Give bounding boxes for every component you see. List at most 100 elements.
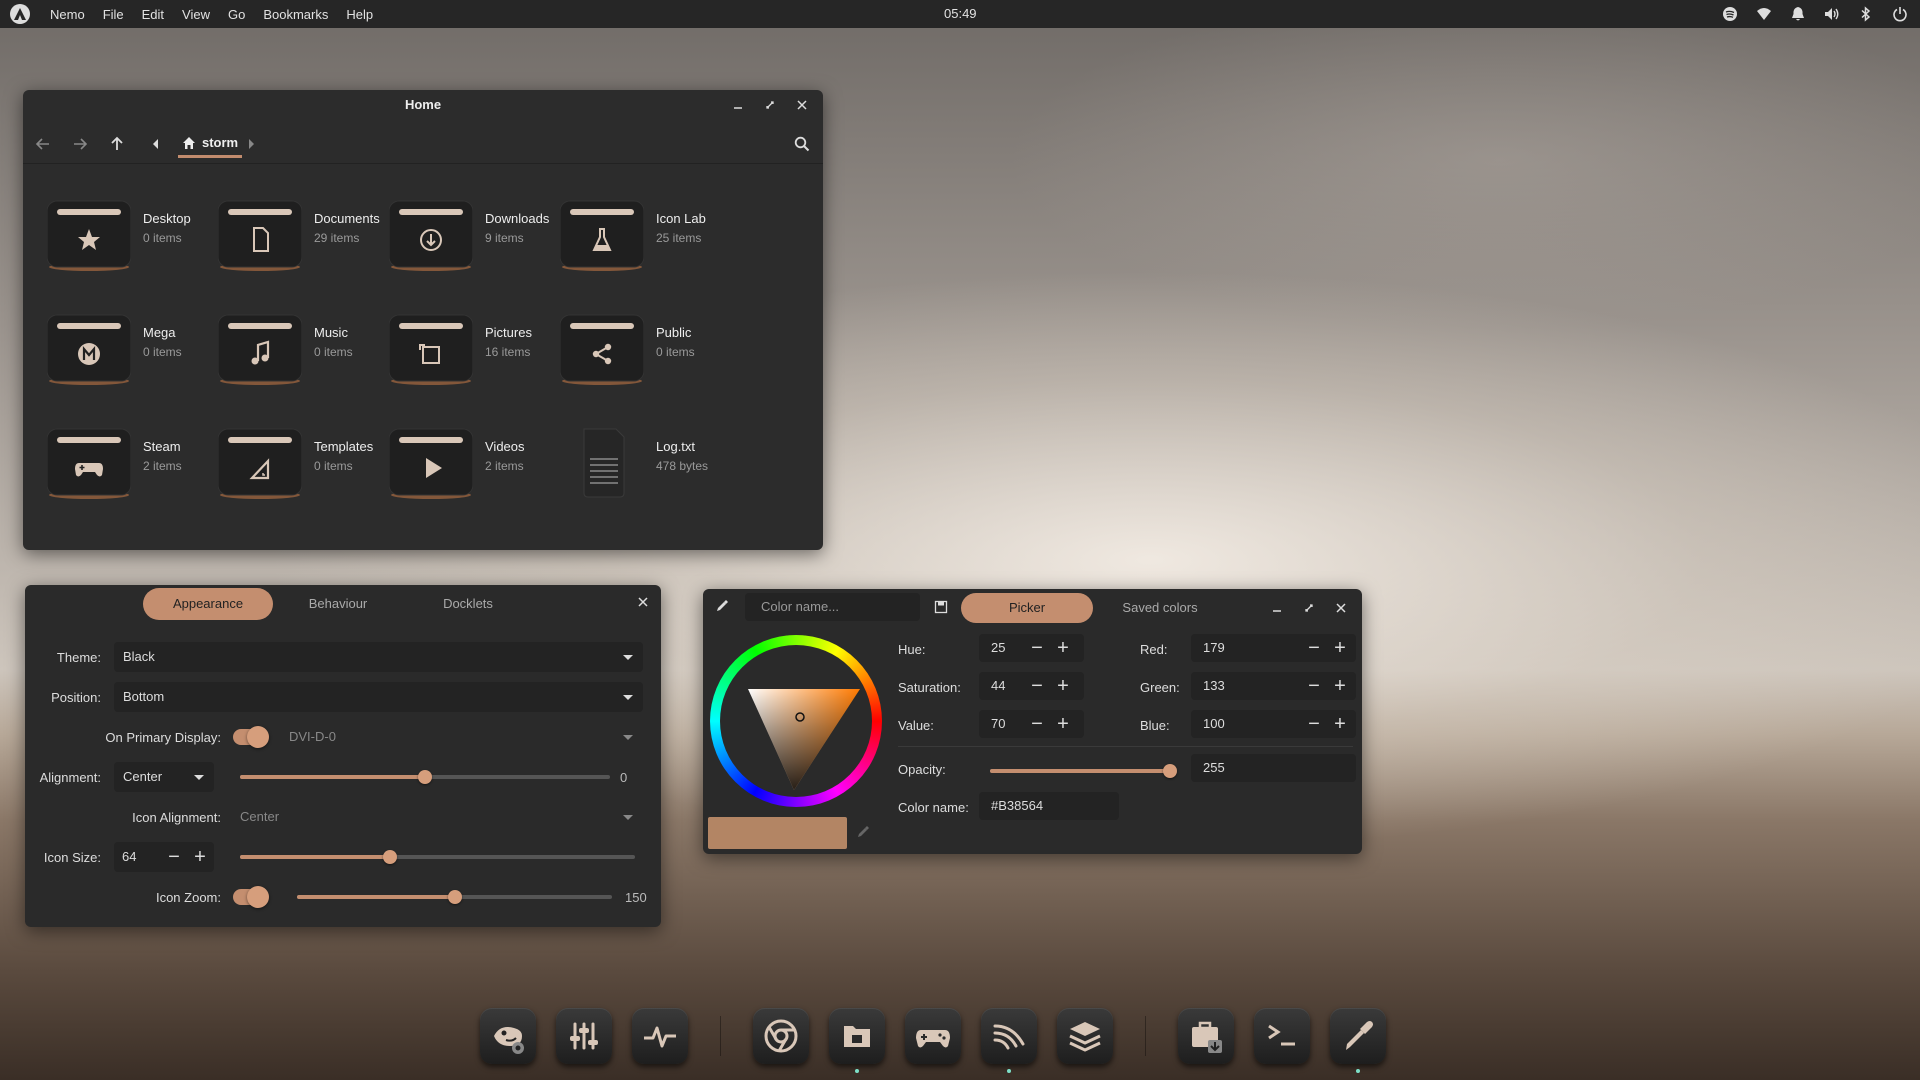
dock-item-terminal[interactable] bbox=[1251, 1005, 1313, 1067]
hue-plus-button[interactable]: + bbox=[1053, 638, 1073, 658]
file-item-steam[interactable]: Steam 2 items bbox=[47, 423, 218, 537]
volume-icon[interactable] bbox=[1822, 4, 1842, 24]
power-icon[interactable] bbox=[1890, 4, 1910, 24]
dock-item-archive[interactable] bbox=[1175, 1005, 1237, 1067]
color-hex-value: #B38564 bbox=[991, 798, 1044, 813]
dock-item-stack[interactable] bbox=[1054, 1005, 1116, 1067]
value-minus-button[interactable]: − bbox=[1027, 714, 1047, 734]
minimize-button[interactable] bbox=[729, 96, 747, 114]
menu-view[interactable]: View bbox=[173, 7, 219, 22]
saturation-minus-button[interactable]: − bbox=[1027, 676, 1047, 696]
menu-edit[interactable]: Edit bbox=[133, 7, 173, 22]
spotify-icon[interactable] bbox=[1720, 4, 1740, 24]
maximize-button[interactable] bbox=[1300, 599, 1318, 617]
mega-folder-icon bbox=[47, 314, 131, 385]
menu-bookmarks[interactable]: Bookmarks bbox=[254, 7, 337, 22]
file-item-music[interactable]: Music 0 items bbox=[218, 309, 389, 423]
menu-app-name[interactable]: Nemo bbox=[41, 7, 94, 22]
file-item-videos[interactable]: Videos 2 items bbox=[389, 423, 560, 537]
tab-appearance[interactable]: Appearance bbox=[143, 588, 273, 620]
forward-button[interactable] bbox=[70, 134, 90, 154]
icon-zoom-label: Icon Zoom: bbox=[155, 890, 221, 905]
tab-docklets[interactable]: Docklets bbox=[403, 588, 533, 620]
primary-display-label: On Primary Display: bbox=[105, 730, 221, 745]
file-item-mega[interactable]: Mega 0 items bbox=[47, 309, 218, 423]
green-minus-button[interactable]: − bbox=[1304, 676, 1324, 696]
breadcrumb-right-arrow[interactable] bbox=[241, 134, 261, 154]
icon-zoom-slider[interactable] bbox=[297, 890, 612, 904]
tab-saved-colors[interactable]: Saved colors bbox=[1094, 593, 1226, 623]
close-button[interactable] bbox=[1332, 599, 1350, 617]
dock-item-activity-monitor[interactable] bbox=[629, 1005, 691, 1067]
file-item-public[interactable]: Public 0 items bbox=[560, 309, 731, 423]
color-wheel[interactable] bbox=[710, 635, 882, 807]
eyedropper-icon[interactable] bbox=[856, 825, 870, 839]
color-name-input[interactable]: Color name... bbox=[745, 593, 920, 621]
search-icon[interactable] bbox=[792, 134, 812, 154]
icon-alignment-dropdown[interactable]: Center bbox=[231, 802, 643, 832]
dock-item-chrome[interactable] bbox=[750, 1005, 812, 1067]
red-minus-button[interactable]: − bbox=[1304, 638, 1324, 658]
icon-size-plus-button[interactable]: + bbox=[190, 847, 210, 867]
opacity-input[interactable]: 255 bbox=[1191, 754, 1356, 782]
close-button[interactable] bbox=[637, 596, 649, 608]
back-button[interactable] bbox=[33, 134, 53, 154]
dock-item-color-picker[interactable] bbox=[1327, 1005, 1389, 1073]
icon-size-minus-button[interactable]: − bbox=[164, 847, 184, 867]
green-plus-button[interactable]: + bbox=[1330, 676, 1350, 696]
dock-item-mixer[interactable] bbox=[553, 1005, 615, 1067]
blue-plus-button[interactable]: + bbox=[1330, 714, 1350, 734]
display-dropdown[interactable]: DVI-D-0 bbox=[280, 722, 643, 752]
icon-zoom-toggle[interactable] bbox=[233, 886, 269, 908]
file-item-templates[interactable]: Templates 0 items bbox=[218, 423, 389, 537]
play-folder-icon bbox=[389, 428, 473, 499]
breadcrumb-left-arrow[interactable] bbox=[146, 134, 166, 154]
icon-alignment-label: Icon Alignment: bbox=[132, 810, 221, 825]
blue-minus-button[interactable]: − bbox=[1304, 714, 1324, 734]
theme-dropdown[interactable]: Black bbox=[114, 642, 643, 672]
file-item-documents[interactable]: Documents 29 items bbox=[218, 195, 389, 309]
gamepad-icon bbox=[916, 1030, 950, 1048]
primary-display-toggle[interactable] bbox=[233, 726, 269, 748]
up-button[interactable] bbox=[107, 134, 127, 154]
menu-help[interactable]: Help bbox=[337, 7, 382, 22]
maximize-button[interactable] bbox=[761, 96, 779, 114]
dock-item-steam[interactable] bbox=[902, 1005, 964, 1067]
file-item-pictures[interactable]: Pictures 16 items bbox=[389, 309, 560, 423]
menu-go[interactable]: Go bbox=[219, 7, 254, 22]
stack-icon bbox=[1069, 1022, 1101, 1052]
opacity-slider[interactable] bbox=[990, 764, 1177, 778]
file-item-desktop[interactable]: Desktop 0 items bbox=[47, 195, 218, 309]
dock-item-files[interactable] bbox=[826, 1005, 888, 1073]
eyedropper-icon[interactable] bbox=[715, 599, 729, 613]
close-button[interactable] bbox=[793, 96, 811, 114]
file-name: Documents bbox=[314, 211, 380, 226]
file-meta: 2 items bbox=[143, 459, 182, 473]
bluetooth-icon[interactable] bbox=[1856, 4, 1876, 24]
dock-item-gimp[interactable] bbox=[477, 1005, 539, 1067]
saturation-plus-button[interactable]: + bbox=[1053, 676, 1073, 696]
file-item-log-txt[interactable]: Log.txt 478 bytes bbox=[560, 423, 731, 537]
tab-behaviour[interactable]: Behaviour bbox=[273, 588, 403, 620]
icon-size-slider[interactable] bbox=[240, 850, 635, 864]
save-icon[interactable] bbox=[934, 600, 948, 614]
dock-item-wifi-scan[interactable] bbox=[978, 1005, 1040, 1073]
file-item-icon-lab[interactable]: Icon Lab 25 items bbox=[560, 195, 731, 309]
app-menu-icon[interactable] bbox=[9, 3, 31, 25]
alignment-dropdown[interactable]: Center bbox=[114, 762, 214, 792]
tab-picker[interactable]: Picker bbox=[961, 593, 1093, 623]
minimize-button[interactable] bbox=[1268, 599, 1286, 617]
bell-icon[interactable] bbox=[1788, 4, 1808, 24]
menu-file[interactable]: File bbox=[94, 7, 133, 22]
value-plus-button[interactable]: + bbox=[1053, 714, 1073, 734]
position-dropdown[interactable]: Bottom bbox=[114, 682, 643, 712]
file-item-downloads[interactable]: Downloads 9 items bbox=[389, 195, 560, 309]
breadcrumb-home[interactable]: storm bbox=[178, 130, 243, 158]
color-hex-input[interactable]: #B38564 bbox=[979, 792, 1119, 820]
clock[interactable]: 05:49 bbox=[944, 6, 977, 21]
flask-folder-icon bbox=[560, 200, 644, 271]
hue-minus-button[interactable]: − bbox=[1027, 638, 1047, 658]
red-plus-button[interactable]: + bbox=[1330, 638, 1350, 658]
alignment-slider[interactable] bbox=[240, 770, 610, 784]
wifi-icon[interactable] bbox=[1754, 4, 1774, 24]
